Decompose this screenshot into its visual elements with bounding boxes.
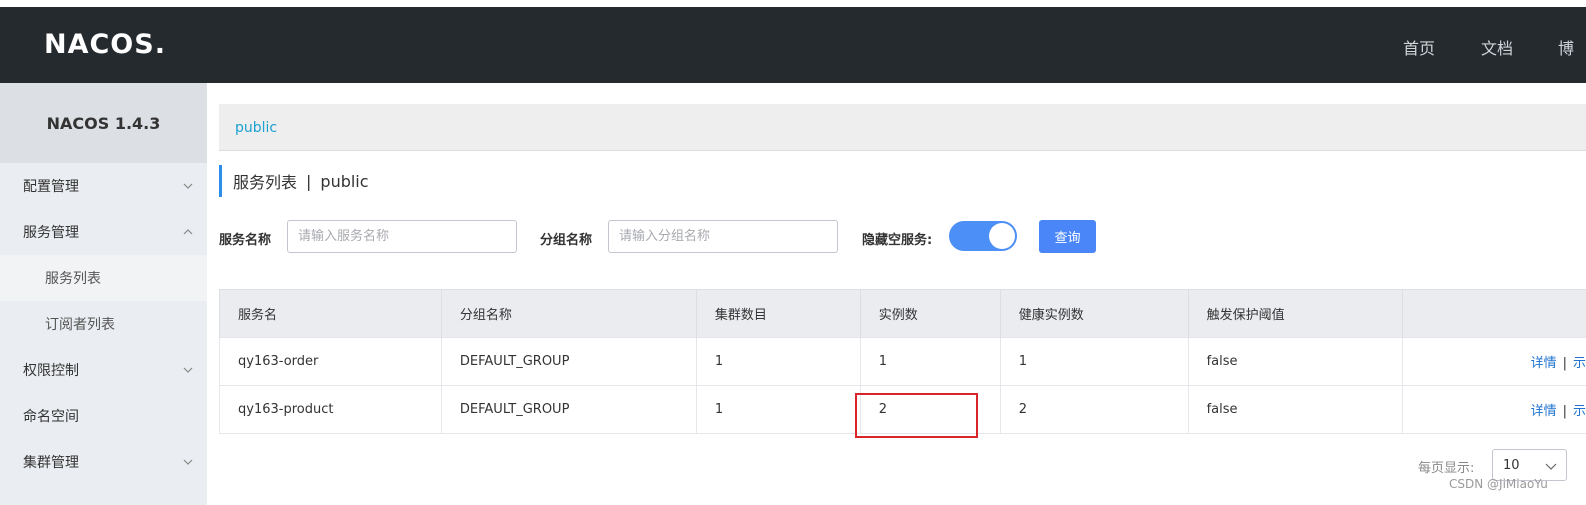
column-header-group-name[interactable]: 分组名称 xyxy=(440,289,697,338)
column-header-operations xyxy=(1401,289,1586,338)
ops-separator: | xyxy=(1562,404,1567,419)
chevron-down-icon xyxy=(183,183,193,189)
nacos-logo[interactable]: NACOS. xyxy=(44,29,166,60)
sidebar-item-namespace[interactable]: 命名空间 xyxy=(0,393,207,439)
sidebar-item-label: 服务列表 xyxy=(45,271,101,287)
cell-cluster-count: 1 xyxy=(695,337,861,386)
cell-group-name: DEFAULT_GROUP xyxy=(440,385,697,434)
sidebar-item-access-control[interactable]: 权限控制 xyxy=(0,347,207,393)
detail-link[interactable]: 详情 xyxy=(1531,356,1557,371)
sidebar-item-label: 集群管理 xyxy=(23,455,79,471)
cell-operations: 详情 | 示 xyxy=(1401,385,1586,434)
detail-link[interactable]: 详情 xyxy=(1531,404,1557,419)
hide-empty-services-toggle[interactable] xyxy=(949,221,1017,251)
cell-healthy-count: 2 xyxy=(999,385,1189,434)
annotation-highlight-box xyxy=(855,393,978,438)
watermark: CSDN @JiMiaoYu xyxy=(1449,477,1548,491)
nav-blog-link[interactable]: 博 xyxy=(1558,35,1574,59)
page-title-namespace: public xyxy=(320,171,369,191)
per-page-value: 10 xyxy=(1503,458,1520,473)
cell-service-name: qy163-product xyxy=(219,385,442,434)
sidebar-item-subscriber-list[interactable]: 订阅者列表 xyxy=(0,301,207,347)
column-header-healthy-instance-count[interactable]: 健康实例数 xyxy=(999,289,1189,338)
chevron-down-icon xyxy=(183,367,193,373)
column-header-service-name[interactable]: 服务名 xyxy=(219,289,442,338)
cell-cluster-count: 1 xyxy=(695,385,861,434)
per-page-label: 每页显示: xyxy=(1418,461,1475,476)
sidebar-title: NACOS 1.4.3 xyxy=(0,83,207,163)
page-title-main: 服务列表 xyxy=(233,173,298,192)
namespace-bar: public xyxy=(219,104,1586,151)
column-header-instance-count[interactable]: 实例数 xyxy=(859,289,1001,338)
namespace-tab-public[interactable]: public xyxy=(235,120,277,136)
sidebar-item-cluster-management[interactable]: 集群管理 xyxy=(0,439,207,485)
sidebar: NACOS 1.4.3 配置管理 服务管理 服务列表 订阅者列表 权限控制 命名… xyxy=(0,83,207,505)
hide-empty-services-label: 隐藏空服务: xyxy=(862,233,933,248)
group-name-label: 分组名称 xyxy=(540,233,593,248)
sidebar-item-config-management[interactable]: 配置管理 xyxy=(0,163,207,209)
table-row: qy163-order DEFAULT_GROUP 1 1 1 false 详情… xyxy=(219,337,1586,386)
nav-docs-link[interactable]: 文档 xyxy=(1481,35,1513,59)
sidebar-item-label: 订阅者列表 xyxy=(45,317,115,333)
service-name-label: 服务名称 xyxy=(219,233,272,248)
sidebar-item-label: 配置管理 xyxy=(23,179,79,195)
top-navbar: NACOS. 首页 文档 博 xyxy=(0,7,1586,83)
sample-code-link[interactable]: 示 xyxy=(1573,404,1586,419)
sidebar-item-label: 权限控制 xyxy=(23,363,79,379)
service-name-input[interactable] xyxy=(287,220,517,253)
nav-home-link[interactable]: 首页 xyxy=(1403,35,1435,59)
table-header-row: 服务名 分组名称 集群数目 实例数 健康实例数 触发保护阈值 xyxy=(219,289,1586,338)
sidebar-item-label: 服务管理 xyxy=(23,225,79,241)
cell-healthy-count: 1 xyxy=(999,337,1189,386)
query-button[interactable]: 查询 xyxy=(1039,220,1096,253)
cell-service-name: qy163-order xyxy=(219,337,442,386)
toggle-knob xyxy=(989,223,1015,249)
cell-operations: 详情 | 示 xyxy=(1401,337,1586,386)
chevron-down-icon xyxy=(1545,463,1557,470)
sidebar-item-service-management[interactable]: 服务管理 xyxy=(0,209,207,255)
cell-group-name: DEFAULT_GROUP xyxy=(440,337,697,386)
column-header-protect-threshold[interactable]: 触发保护阈值 xyxy=(1187,289,1402,338)
cell-instance-count: 1 xyxy=(859,337,1001,386)
group-name-input[interactable] xyxy=(608,220,838,253)
page-title: 服务列表 | public xyxy=(219,165,369,197)
page-title-separator: | xyxy=(306,171,312,191)
chevron-up-icon xyxy=(183,229,193,235)
column-header-cluster-count[interactable]: 集群数目 xyxy=(695,289,861,338)
cell-protect-threshold: false xyxy=(1187,385,1402,434)
sidebar-item-service-list[interactable]: 服务列表 xyxy=(0,255,207,301)
sample-code-link[interactable]: 示 xyxy=(1573,356,1586,371)
sidebar-item-label: 命名空间 xyxy=(23,409,79,425)
ops-separator: | xyxy=(1562,356,1567,371)
cell-protect-threshold: false xyxy=(1187,337,1402,386)
chevron-down-icon xyxy=(183,459,193,465)
